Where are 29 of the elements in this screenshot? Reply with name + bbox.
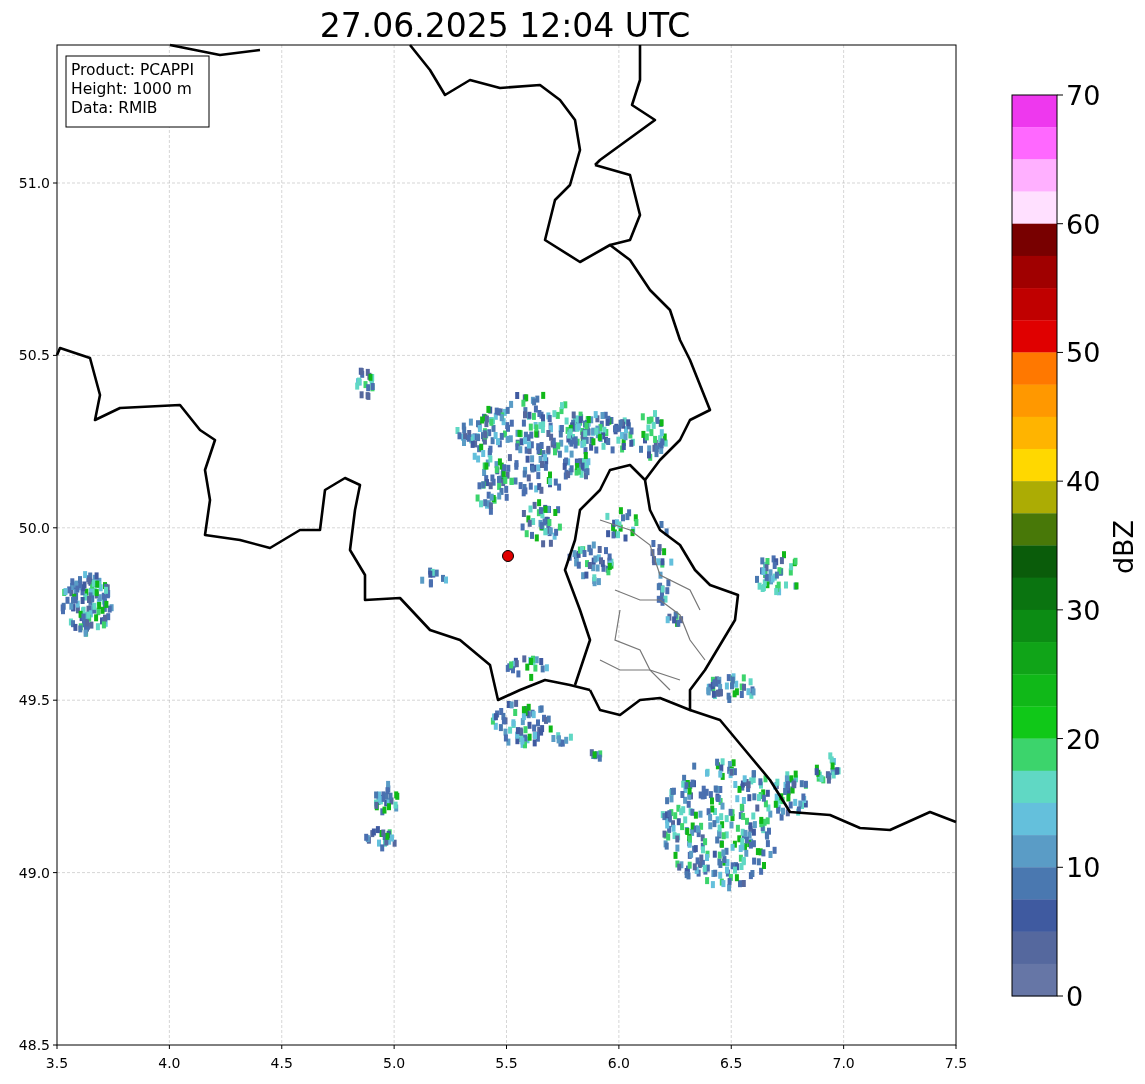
colorbar-tick-label: 50 [1066, 337, 1101, 369]
y-tick-label: 48.5 [18, 1037, 50, 1053]
colorbar-tick-label: 40 [1066, 466, 1101, 498]
info-text: Product: PCAPPI [71, 61, 195, 79]
y-tick-label: 50.0 [18, 519, 50, 536]
colorbar-tick-label: 60 [1066, 208, 1101, 240]
x-tick-label: 7.5 [944, 1055, 968, 1071]
info-text: Height: 1000 m [71, 80, 192, 98]
y-tick-label: 51.0 [18, 175, 50, 191]
y-tick-label: 49.0 [18, 864, 50, 881]
x-tick-label: 4.5 [270, 1055, 293, 1071]
colorbar-tick-label: 20 [1066, 723, 1101, 755]
colorbar-tick-label: 70 [1066, 80, 1101, 111]
colorbar-label: dBZ [1108, 519, 1139, 575]
x-tick-label: 6.0 [607, 1055, 630, 1071]
y-tick-label: 50.5 [18, 347, 50, 364]
info-text: Data: RMIB [71, 99, 158, 117]
x-tick-label: 5.0 [383, 1055, 406, 1071]
y-tick-label: 49.5 [18, 692, 50, 709]
x-tick-label: 4.0 [158, 1055, 181, 1071]
chart-title: 27.06.2025 12:04 UTC [319, 6, 691, 45]
colorbar-tick-label: 0 [1066, 981, 1084, 1012]
x-tick-label: 7.0 [832, 1055, 855, 1071]
x-tick-label: 6.5 [720, 1055, 743, 1071]
colorbar-tick-label: 30 [1066, 594, 1101, 626]
x-tick-label: 5.5 [495, 1055, 518, 1071]
colorbar-tick-label: 10 [1066, 852, 1101, 884]
radar-site-marker [502, 550, 514, 562]
x-tick-label: 3.5 [45, 1055, 69, 1071]
